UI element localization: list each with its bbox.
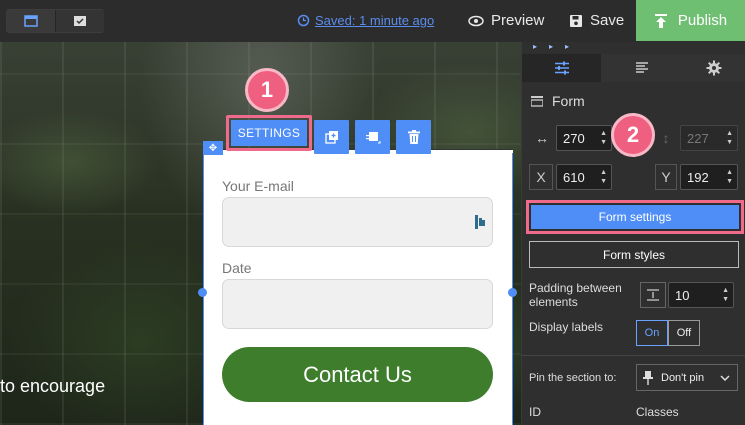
panel-arrows: ▸▸▸ [533, 42, 582, 51]
width-stepper[interactable]: ▲ ▼ [600, 129, 607, 147]
panel-title-text: Form [552, 93, 585, 109]
date-field[interactable] [222, 279, 493, 329]
tab-gear[interactable] [682, 54, 745, 82]
preview-button[interactable]: Preview [468, 12, 544, 29]
padding-value: 10 [675, 287, 690, 303]
form-icon [531, 96, 543, 107]
checkbox-icon [74, 16, 86, 26]
padding-label: Padding between elements [529, 281, 622, 309]
background-text: to encourage [0, 376, 106, 396]
display-labels-on[interactable]: On [636, 320, 668, 346]
layer-order-button[interactable] [355, 120, 390, 154]
panel-tabs [522, 54, 745, 82]
height-icon: ↕ [662, 130, 670, 146]
save-button[interactable]: Save [569, 12, 624, 29]
y-value: 192 [687, 169, 709, 185]
width-input[interactable]: 270 ▲ ▼ [556, 125, 612, 151]
display-labels-off[interactable]: Off [668, 320, 700, 346]
duplicate-button[interactable] [314, 120, 349, 154]
width-value: 270 [563, 130, 585, 146]
layers-icon [365, 132, 380, 144]
trash-icon [407, 130, 420, 144]
chevron-down-icon [720, 374, 730, 381]
gear-icon [706, 60, 721, 76]
id-label: ID [529, 405, 541, 419]
duplicate-icon [324, 131, 338, 144]
tab-settings[interactable] [522, 54, 601, 82]
publish-button[interactable]: Publish [636, 0, 745, 41]
desktop-view-button[interactable] [7, 10, 55, 32]
save-label: Save [590, 12, 625, 29]
view-mode-toggle [6, 9, 104, 33]
pin-select-value: Don't pin [661, 371, 705, 384]
layout-icon [24, 15, 38, 27]
text-align-icon [635, 62, 648, 73]
form-settings-button[interactable]: Form settings [531, 205, 739, 229]
x-value: 610 [563, 169, 585, 185]
pin-section-label: Pin the section to: [529, 372, 617, 384]
settings-button[interactable]: SETTINGS [231, 120, 307, 146]
checklist-view-button[interactable] [56, 10, 104, 32]
padding-stepper[interactable]: ▲ ▼ [722, 286, 729, 304]
tab-content[interactable] [601, 54, 682, 82]
padding-icon [640, 282, 666, 308]
classes-label: Classes [636, 405, 679, 419]
y-input[interactable]: 192 ▲ ▼ [680, 164, 738, 190]
autofill-icon [475, 215, 485, 229]
callout-badge-1: 1 [245, 68, 289, 112]
move-handle-icon[interactable]: ✥ [203, 141, 223, 155]
floppy-disk-icon [570, 14, 582, 27]
saved-status-text: Saved: 1 minute ago [315, 13, 435, 28]
height-stepper[interactable]: ▲ ▼ [726, 129, 733, 147]
pin-icon [643, 370, 653, 385]
form-styles-button[interactable]: Form styles [529, 241, 739, 268]
display-labels-toggle: On Off [636, 320, 700, 346]
eye-icon [468, 15, 484, 26]
top-toolbar: Saved: 1 minute ago Preview Save Publish [0, 0, 745, 42]
contact-us-button[interactable]: Contact Us [222, 347, 493, 402]
y-stepper[interactable]: ▲ ▼ [726, 168, 733, 186]
page-canvas[interactable]: to encourage ✥ Your E-mail Date Contact … [0, 42, 521, 425]
history-icon [297, 14, 310, 27]
height-input[interactable]: 227 ▲ ▼ [680, 125, 738, 151]
x-stepper[interactable]: ▲ ▼ [600, 168, 607, 186]
panel-section-title: Form [531, 93, 585, 109]
callout-badge-2: 2 [611, 113, 655, 157]
width-icon: ↔ [535, 130, 549, 146]
x-label: X [529, 164, 553, 190]
upload-icon [654, 13, 667, 28]
pin-select[interactable]: Don't pin [636, 364, 738, 391]
y-label: Y [655, 164, 677, 190]
resize-handle-right[interactable] [508, 288, 517, 297]
email-field[interactable] [222, 197, 493, 247]
x-input[interactable]: 610 ▲ ▼ [556, 164, 612, 190]
saved-status-link[interactable]: Saved: 1 minute ago [297, 13, 434, 28]
email-field-label: Your E-mail [222, 178, 294, 194]
display-labels-label: Display labels [529, 320, 604, 334]
resize-handle-left[interactable] [198, 288, 207, 297]
publish-label: Publish [677, 12, 728, 29]
height-value: 227 [687, 130, 709, 146]
date-field-label: Date [222, 260, 252, 276]
padding-input[interactable]: 10 ▲ ▼ [668, 282, 734, 308]
sliders-icon [554, 61, 569, 75]
delete-button[interactable] [396, 120, 431, 154]
preview-label: Preview [491, 12, 545, 29]
